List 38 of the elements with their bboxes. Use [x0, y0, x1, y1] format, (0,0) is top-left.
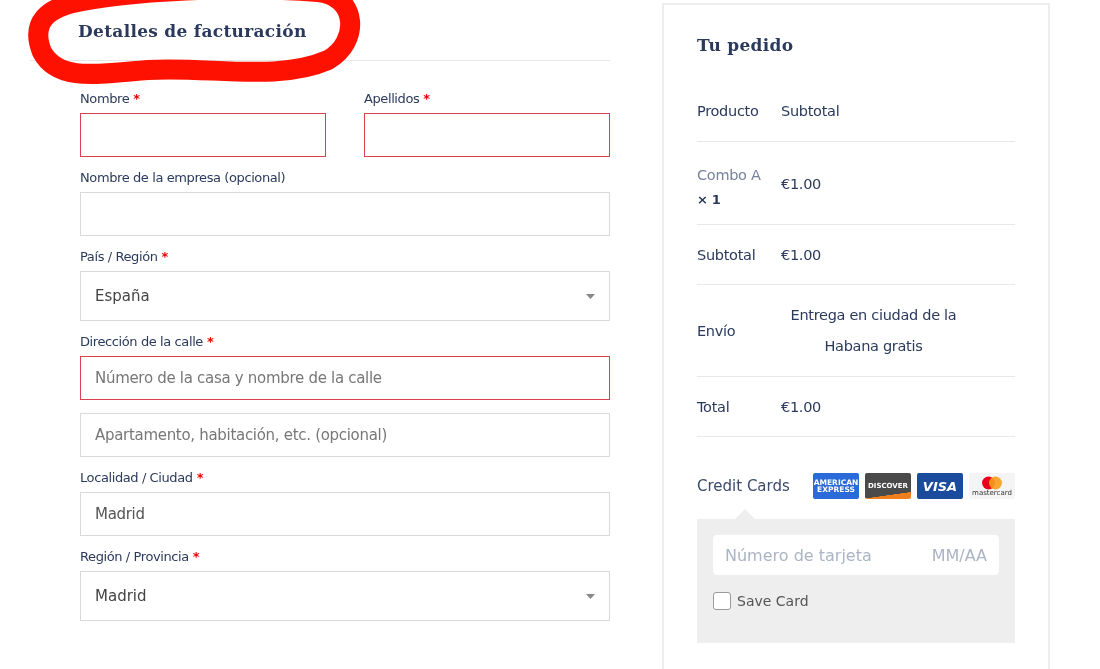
column-header: Subtotal [781, 103, 840, 119]
field-label: Región / Provincia [80, 549, 189, 564]
column-header: Producto [697, 103, 759, 119]
summary-value: Entrega en ciudad de la Habana gratis [789, 305, 958, 356]
subtotal-value: €1.00 [781, 175, 821, 192]
section-heading: Tu pedido [697, 35, 794, 55]
product-quantity: × 1 [697, 191, 721, 207]
summary-label: Subtotal [697, 247, 756, 263]
select-dropdown[interactable]: España [80, 271, 610, 321]
required-mark: * [192, 549, 200, 564]
required-mark: * [196, 470, 204, 485]
caret-icon [586, 593, 595, 599]
required-mark: * [161, 249, 169, 264]
payment-method-label: Credit Cards [697, 477, 790, 495]
text-input[interactable] [364, 113, 610, 157]
text-input[interactable] [80, 113, 326, 157]
text-input[interactable]: Madrid [80, 492, 610, 536]
required-mark: * [206, 334, 214, 349]
field-label: Dirección de la calle [80, 334, 203, 349]
section-heading: Detalles de facturación [78, 21, 307, 41]
checkbox-label: Save Card [737, 593, 809, 609]
field-label: Nombre [80, 91, 130, 106]
required-mark: * [133, 91, 141, 106]
field-label: Localidad / Ciudad [80, 470, 193, 485]
field-label: Apellidos [364, 91, 420, 106]
summary-label: Total [697, 399, 730, 415]
caret-icon [586, 293, 595, 299]
checkbox[interactable] [713, 592, 731, 610]
summary-label: Envío [697, 323, 736, 339]
select-dropdown[interactable]: Madrid [80, 571, 610, 621]
card-logo: VISA [917, 473, 963, 499]
field-label: País / Región [80, 249, 158, 264]
product-name: Combo A [697, 166, 761, 183]
summary-value: €1.00 [781, 398, 822, 415]
field-label: Nombre de la empresa (opcional) [80, 170, 286, 185]
required-mark: * [423, 91, 431, 106]
summary-value: €1.00 [781, 246, 822, 263]
text-input[interactable]: Número de la casa y nombre de la calle [80, 356, 610, 400]
